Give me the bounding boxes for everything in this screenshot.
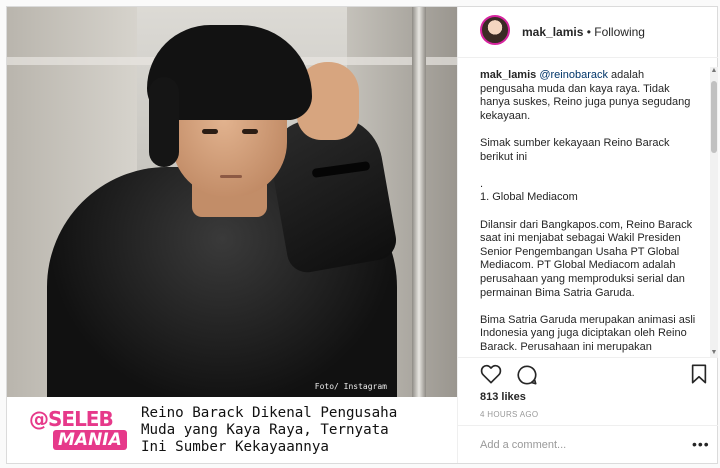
headline-text: Reino Barack Dikenal Pengusaha Muda yang…: [141, 405, 453, 456]
post-header: mak_lamis • Following: [458, 7, 718, 58]
caption-paragraph-3: .: [480, 177, 484, 190]
photo-hair-side: [149, 77, 179, 167]
header-username[interactable]: mak_lamis: [522, 25, 583, 39]
photo-eye-left: [202, 129, 218, 134]
logo-seleb-text: @SELEB: [29, 407, 114, 431]
caption-paragraph-5: Dilansir dari Bangkapos.com, Reino Barac…: [480, 218, 693, 299]
headline-banner: @SELEB MANIA Reino Barack Dikenal Pengus…: [7, 397, 457, 463]
caption-paragraph-6: Bima Satria Garuda merupakan animasi asl…: [480, 313, 696, 355]
photo-eye-right: [242, 129, 258, 134]
headline-line-2: Muda yang Kaya Raya, Ternyata: [141, 422, 389, 438]
headline-line-3: Ini Sumber Kekayaannya: [141, 439, 329, 455]
post-timestamp[interactable]: 4 HOURS AGO: [480, 410, 538, 419]
ellipsis-icon[interactable]: •••: [692, 436, 710, 452]
photo-credit: Foto/ Instagram: [314, 382, 387, 391]
photo-pole: [412, 7, 426, 397]
caption-paragraph-4: 1. Global Mediacom: [480, 191, 578, 204]
caption-mention-link[interactable]: @reinobarack: [539, 69, 608, 81]
header-separator: •: [583, 25, 595, 39]
post-card: Foto/ Instagram @SELEB MANIA Reino Barac…: [6, 6, 718, 464]
selebmania-logo: @SELEB MANIA: [23, 405, 135, 455]
header-text: mak_lamis • Following: [522, 25, 645, 39]
scroll-down-icon[interactable]: ▼: [710, 349, 718, 357]
comment-icon[interactable]: [516, 364, 538, 391]
avatar[interactable]: [480, 15, 510, 45]
following-button[interactable]: Following: [594, 25, 645, 39]
scroll-up-icon[interactable]: ▲: [710, 67, 718, 75]
likes-count[interactable]: 813 likes: [480, 391, 526, 403]
action-bar: [458, 357, 718, 388]
post-sidebar: mak_lamis • Following mak_lamis @reinoba…: [457, 7, 718, 463]
caption-username[interactable]: mak_lamis: [480, 69, 536, 81]
comment-input[interactable]: Add a comment...: [480, 439, 566, 451]
headline-line-1: Reino Barack Dikenal Pengusaha: [141, 405, 398, 421]
comment-bar: Add a comment... •••: [458, 425, 718, 464]
scrollbar-thumb[interactable]: [711, 81, 717, 153]
post-caption: mak_lamis @reinobarack adalah pengusaha …: [480, 69, 696, 355]
bookmark-icon[interactable]: [690, 364, 708, 389]
post-photo[interactable]: Foto/ Instagram: [7, 7, 457, 397]
logo-mania-text: MANIA: [53, 430, 127, 450]
photo-mouth: [220, 175, 242, 178]
caption-scrollbar[interactable]: ▲ ▼: [710, 67, 718, 357]
caption-paragraph-2: Simak sumber kekayaan Reino Barack berik…: [480, 136, 670, 163]
heart-icon[interactable]: [480, 364, 502, 389]
